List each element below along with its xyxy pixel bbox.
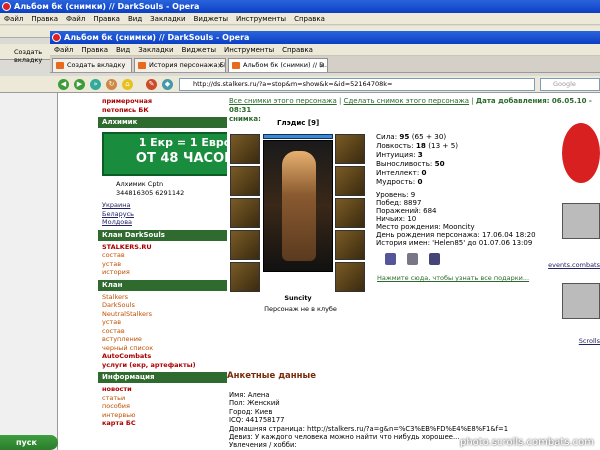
menu-edit[interactable]: Правка — [31, 15, 58, 23]
home-icon[interactable]: ⌂ — [122, 79, 133, 90]
stat-draws: Ничьих: 10 — [376, 215, 417, 223]
menu-file-2[interactable]: Файл — [66, 15, 85, 23]
character-figure — [282, 151, 316, 261]
opera-icon-2 — [52, 33, 61, 42]
left-back-window — [0, 93, 58, 450]
character-name[interactable]: Глэдис [9] — [277, 119, 319, 127]
slot-shield[interactable] — [335, 198, 365, 228]
menu-bar-2: Файл Правка Вид Закладки Виджеты Инструменты С… — [50, 44, 600, 56]
wand-icon[interactable]: ✎ — [146, 79, 157, 90]
search-input[interactable]: Google — [540, 78, 600, 91]
tab-bar: Создать вкладку История персонажа БК ...… — [50, 56, 600, 73]
menu2-tools[interactable]: Инструменты — [224, 46, 274, 54]
badge-icon[interactable] — [429, 253, 440, 265]
menu-bookmarks[interactable]: Закладки — [150, 15, 185, 23]
address-bar[interactable]: http://ds.stalkers.ru/?a=stop&m=show&k=&… — [179, 78, 535, 91]
close-icon[interactable]: ✕ — [319, 60, 325, 72]
snapshot-label: снимка: — [229, 115, 261, 123]
tab-album[interactable]: Альбом бк (снимки) // D... ✕ — [228, 58, 328, 72]
events-link[interactable]: events.combats — [548, 261, 600, 269]
slot-earrings[interactable] — [335, 134, 365, 164]
fast-forward-icon[interactable]: » — [90, 79, 101, 90]
nav-bar: ◀ ▶ » ↻ ⌂ ✎ ◆ http://ds.stalkers.ru/?a=s… — [0, 76, 600, 93]
menu-bar: Файл Правка Файл Правка Вид Закладки Виджеты Ин… — [0, 13, 600, 25]
events-logo[interactable] — [562, 123, 600, 183]
stat-level: Уровень: 9 — [376, 191, 416, 199]
stat-losses: Поражений: 684 — [376, 207, 437, 215]
badge-icon[interactable] — [385, 253, 396, 265]
back-icon[interactable]: ◀ — [58, 79, 69, 90]
slot-leggings[interactable] — [335, 230, 365, 260]
slot-armor[interactable] — [230, 230, 260, 260]
menu-edit-2[interactable]: Правка — [93, 15, 120, 23]
start-button[interactable]: пуск — [0, 435, 58, 450]
watermark: photo.scrolls.combats.com — [459, 437, 594, 448]
menu2-edit[interactable]: Правка — [81, 46, 108, 54]
menu2-help[interactable]: Справка — [282, 46, 313, 54]
scrolls-image[interactable] — [562, 283, 600, 319]
stat-name-history: История имен: 'Helen85' до 01.07.06 13:0… — [376, 239, 533, 247]
close-icon[interactable]: ✕ — [217, 60, 223, 72]
page-icon — [232, 62, 240, 69]
tab-new[interactable]: Создать вкладку — [52, 58, 132, 72]
info-homepage[interactable]: Домашняя страница: http://stalkers.ru/?a… — [229, 425, 508, 433]
hp-bar — [263, 134, 333, 139]
stats-block: Сила: 95 (65 + 30) Ловкость: 18 (13 + 5)… — [376, 132, 458, 186]
menu-view[interactable]: Вид — [128, 15, 142, 23]
menu2-bookmarks[interactable]: Закладки — [138, 46, 173, 54]
reload-icon[interactable]: ↻ — [106, 79, 117, 90]
info-city: Город: Киев — [229, 407, 273, 416]
crest-image[interactable] — [562, 203, 600, 239]
menu-widgets[interactable]: Виджеты — [194, 15, 228, 23]
scrolls-link[interactable]: Scrolls — [579, 337, 600, 345]
menu-file[interactable]: Файл — [4, 15, 23, 23]
stats-secondary: Уровень: 9 Побед: 8897 Поражений: 684 Ни… — [376, 191, 536, 247]
city-caption: Suncity — [284, 294, 312, 302]
menu2-view[interactable]: Вид — [116, 46, 130, 54]
widget-icon[interactable]: ◆ — [162, 79, 173, 90]
character-portrait — [263, 140, 333, 272]
window-back: Альбом бк (снимки) // DarkSouls - Opera … — [0, 0, 600, 25]
stat-wins: Побед: 8897 — [376, 199, 422, 207]
window2-title: Альбом бк (снимки) // DarkSouls - Opera — [50, 31, 600, 44]
make-snapshot-link[interactable]: Сделать снимок этого персонажа — [344, 97, 470, 105]
slot-amulet[interactable] — [230, 166, 260, 196]
slot-belt[interactable] — [230, 262, 260, 292]
window-front: Альбом бк (снимки) // DarkSouls - Opera … — [50, 31, 600, 73]
menu-help[interactable]: Справка — [294, 15, 325, 23]
menu2-widgets[interactable]: Виджеты — [182, 46, 216, 54]
stat-birthday: День рождения персонажа: 17.06.04 18:20 — [376, 231, 536, 239]
menu-tools[interactable]: Инструменты — [236, 15, 286, 23]
main-content: Все снимки этого персонажа | Сделать сни… — [227, 93, 600, 450]
gifts-link[interactable]: Нажмите сюда, чтобы узнать все подарки..… — [377, 274, 529, 282]
tab-history[interactable]: История персонажа БК ...✕ — [134, 58, 226, 72]
forward-icon[interactable]: ▶ — [74, 79, 85, 90]
info-gender: Пол: Женский — [229, 399, 280, 408]
slot-weapon[interactable] — [230, 198, 260, 228]
stat-birthplace: Место рождения: Mooncity — [376, 223, 475, 231]
back-window-tab: Создать вкладку — [0, 44, 50, 64]
info-name: Имя: Алена — [229, 391, 270, 399]
page-icon — [56, 62, 64, 69]
info-icq: ICQ: 441758177 — [229, 416, 285, 425]
badge-icon[interactable] — [407, 253, 418, 265]
slot-boots[interactable] — [335, 262, 365, 292]
window-title: Альбом бк (снимки) // DarkSouls - Opera — [0, 0, 600, 13]
club-caption: Персонаж не в клубе — [264, 305, 337, 313]
opera-icon — [2, 2, 11, 11]
nav-toolbar: ◀ ▶ » ↻ ⌂ ✎ ◆ http://ds.stalkers.ru/?a=s… — [0, 76, 600, 93]
tab-back-label[interactable]: Создать вкладку — [14, 48, 50, 64]
menu2-file[interactable]: Файл — [54, 46, 73, 54]
slot-helmet[interactable] — [230, 134, 260, 164]
profile-heading: Анкетные данные — [227, 371, 316, 381]
page-icon — [138, 62, 146, 69]
all-snapshots-link[interactable]: Все снимки этого персонажа — [229, 97, 337, 105]
slot-gloves[interactable] — [335, 166, 365, 196]
stat-row: Мудрость: 0 — [376, 176, 423, 186]
